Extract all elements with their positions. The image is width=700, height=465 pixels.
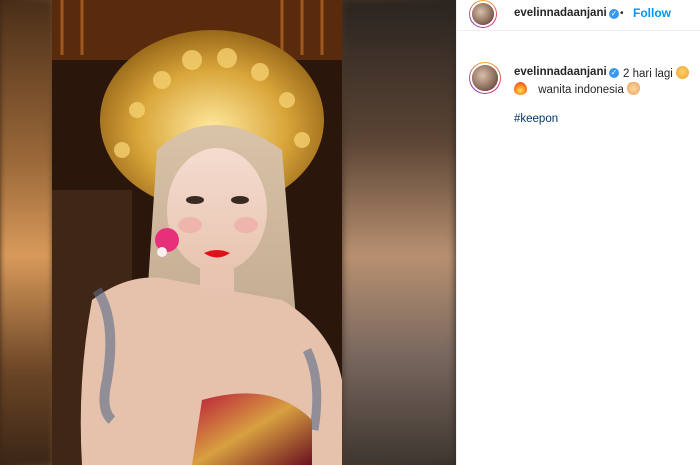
author-username[interactable]: evelinnadaanjani (514, 7, 607, 19)
caption-text-2: wanita indonesia (538, 84, 624, 96)
post-side-panel: evelinnadaanjani ✓ • Follow evelinnadaan… (456, 0, 700, 465)
verified-badge-icon: ✓ (609, 9, 619, 19)
post-photo[interactable] (52, 0, 342, 465)
verified-badge-icon: ✓ (609, 68, 619, 78)
caption-avatar[interactable] (469, 62, 501, 94)
hashtag-link[interactable]: #keepon (514, 113, 558, 125)
author-avatar[interactable] (469, 0, 497, 28)
starstruck-face-emoji (676, 66, 690, 79)
separator-dot: • (620, 8, 624, 19)
blurred-background-right (342, 0, 456, 465)
caption-text-1: 2 hari lagi (623, 68, 673, 80)
folded-hands-emoji (627, 82, 641, 95)
fire-emoji (514, 82, 527, 95)
post-media[interactable] (0, 0, 456, 465)
caption-line-1: 2 hari lagi (623, 66, 690, 80)
caption-line-2: wanita indonesia (514, 82, 641, 96)
caption-username[interactable]: evelinnadaanjani (514, 66, 607, 78)
portrait-illustration (52, 0, 342, 465)
follow-button[interactable]: Follow (633, 6, 671, 20)
post-header: evelinnadaanjani ✓ • Follow (457, 0, 700, 31)
blurred-background-left (0, 0, 52, 465)
